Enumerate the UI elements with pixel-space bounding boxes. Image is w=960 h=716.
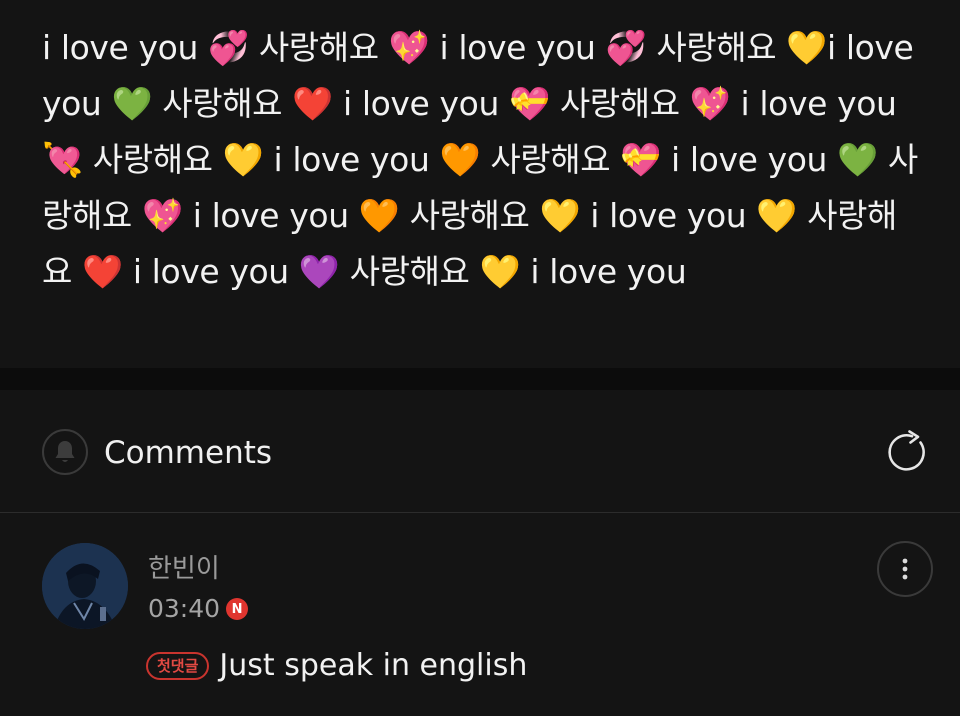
refresh-icon: [888, 430, 925, 471]
comment-username[interactable]: 한빈이: [148, 553, 220, 585]
comment-meta: 03:40 N: [148, 593, 249, 625]
more-options-button[interactable]: [877, 541, 933, 597]
bell-icon: [55, 441, 75, 462]
comment-item: 한빈이 03:40 N 첫댓글 Just speak in english: [0, 513, 960, 716]
avatar-image: [42, 543, 128, 629]
refresh-button[interactable]: [882, 427, 932, 477]
comments-title: Comments: [104, 435, 273, 471]
new-badge: N: [226, 598, 249, 620]
post-content: i love you 💞 사랑해요 💖 i love you 💞 사랑해요 💛i…: [0, 0, 960, 368]
comments-header: Comments: [0, 390, 960, 513]
comment-body: 첫댓글 Just speak in english: [146, 646, 527, 686]
avatar[interactable]: [42, 543, 128, 629]
comment-text: Just speak in english: [219, 648, 528, 683]
more-vertical-icon: [902, 558, 908, 580]
section-divider: [0, 368, 960, 390]
first-comment-badge: 첫댓글: [146, 652, 210, 680]
comment-timestamp: 03:40: [148, 594, 221, 623]
notification-bell-button[interactable]: [42, 429, 88, 475]
post-text: i love you 💞 사랑해요 💖 i love you 💞 사랑해요 💛i…: [42, 28, 918, 291]
